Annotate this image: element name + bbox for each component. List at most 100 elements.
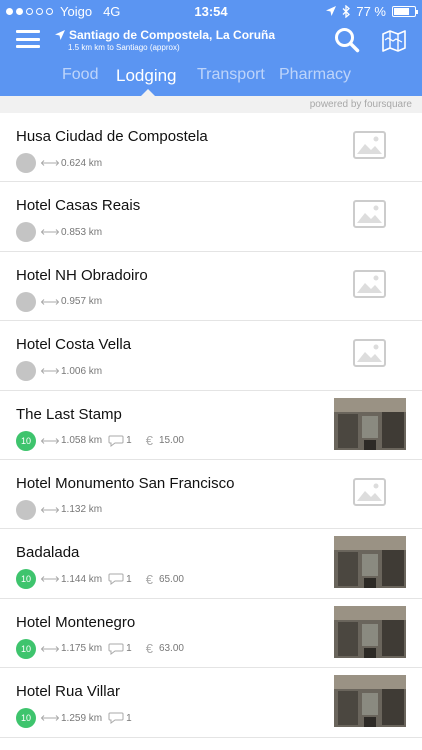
place-photo[interactable]: [334, 536, 406, 589]
place-name: Hotel Monumento San Francisco: [16, 474, 235, 492]
price: € 63.00: [146, 641, 184, 656]
distance: 1.175 km: [61, 643, 103, 655]
distance-icon: [41, 576, 59, 583]
place-meta: 10 1.175 km 1 € 63.00: [16, 638, 184, 659]
euro-icon: €: [145, 641, 153, 657]
attribution: powered by foursquare: [0, 96, 422, 113]
battery-percent: 77 %: [356, 4, 386, 19]
place-photo[interactable]: [334, 675, 406, 728]
comment-icon: [108, 573, 124, 586]
tab-food[interactable]: Food: [62, 66, 98, 84]
distance-icon: [41, 368, 59, 375]
distance: 1.058 km: [61, 435, 103, 447]
menu-button[interactable]: [16, 30, 40, 48]
distance-icon: [41, 715, 59, 721]
price: € 65.00: [146, 572, 184, 587]
bluetooth-icon: [342, 5, 351, 18]
list-item[interactable]: Hotel Casas Reais 0.853 km: [0, 182, 422, 252]
place-list: Husa Ciudad de Compostela 0.624 km Hotel…: [0, 113, 422, 738]
distance-icon: [41, 437, 59, 444]
rating-badge: [16, 361, 36, 382]
comment-icon: [108, 435, 124, 447]
list-item[interactable]: The Last Stamp 10 1.058 km 1 € 15.00: [0, 390, 422, 460]
list-item[interactable]: Husa Ciudad de Compostela 0.624 km: [0, 113, 422, 183]
image-placeholder-icon: [353, 269, 386, 298]
tips-count: 1: [126, 573, 132, 585]
list-item[interactable]: Hotel Monumento San Francisco 1.132 km: [0, 459, 422, 530]
distance-icon: [41, 160, 59, 166]
distance: 0.957 km: [61, 296, 103, 308]
list-item[interactable]: Hotel NH Obradoiro 0.957 km: [0, 251, 422, 322]
rating-badge: 10: [16, 430, 36, 451]
tips-count: 1: [126, 643, 132, 655]
place-name: Hotel Montenegro: [16, 613, 136, 631]
rating-badge: 10: [16, 708, 36, 729]
distance: 1.144 km: [61, 573, 103, 585]
rating-badge: [16, 222, 36, 243]
tips: 1: [108, 435, 132, 447]
distance-icon: [41, 298, 59, 305]
distance-icon: [41, 507, 59, 513]
price: € 15.00: [146, 433, 184, 448]
comment-icon: [108, 643, 124, 655]
distance: 0.624 km: [61, 157, 103, 169]
status-bar: Yoigo 4G 13:54 77 %: [0, 0, 422, 22]
distance: 1.006 km: [61, 365, 103, 377]
list-item[interactable]: Hotel Rua Villar 10 1.259 km 1: [0, 668, 422, 738]
image-placeholder-icon: [353, 477, 386, 506]
active-tab-indicator: [141, 89, 155, 96]
tips: 1: [108, 643, 132, 655]
tab-pharmacy[interactable]: Pharmacy: [279, 66, 351, 84]
image-placeholder-icon: [353, 200, 386, 229]
place-name: Badalada: [16, 544, 80, 562]
place-name: Hotel Casas Reais: [16, 197, 141, 215]
app-header: Yoigo 4G 13:54 77 % Santiago de Composte…: [0, 0, 422, 96]
tab-lodging[interactable]: Lodging: [116, 66, 177, 86]
image-placeholder-icon: [353, 339, 386, 368]
place-photo[interactable]: [334, 605, 406, 658]
rating-badge: [16, 153, 36, 173]
place-meta: 10 1.259 km 1: [16, 708, 132, 729]
list-item[interactable]: Hotel Costa Vella 1.006 km: [0, 321, 422, 391]
tips-count: 1: [126, 435, 132, 447]
place-meta: 0.853 km: [16, 222, 103, 243]
search-icon[interactable]: [334, 27, 360, 53]
distance: 1.259 km: [61, 712, 103, 724]
comment-icon: [108, 712, 124, 725]
image-placeholder-icon: [353, 131, 386, 159]
tab-transport[interactable]: Transport: [197, 66, 265, 84]
euro-icon: €: [145, 433, 153, 449]
place-meta: 0.957 km: [16, 291, 103, 312]
tips: 1: [108, 573, 132, 586]
map-icon[interactable]: [382, 30, 406, 52]
place-meta: 0.624 km: [16, 153, 102, 173]
list-item[interactable]: Hotel Montenegro 10 1.175 km 1 € 63.00: [0, 598, 422, 669]
category-tabs: Food Lodging Transport Pharmacy: [0, 66, 422, 90]
price-value: 15.00: [158, 435, 184, 447]
place-meta: 10 1.144 km 1 € 65.00: [16, 569, 184, 590]
distance-icon: [41, 645, 59, 652]
list-item[interactable]: Badalada 10 1.144 km 1 € 65.00: [0, 529, 422, 599]
location-arrow-icon: [55, 30, 65, 40]
rating-badge: 10: [16, 569, 36, 590]
location-name: Santiago de Compostela, La Coruña: [69, 28, 276, 42]
current-location[interactable]: Santiago de Compostela, La Coruña 1.5 km…: [55, 28, 275, 52]
place-name: Hotel Rua Villar: [16, 683, 120, 701]
price-value: 63.00: [158, 643, 184, 655]
place-name: Hotel NH Obradoiro: [16, 266, 148, 284]
place-photo[interactable]: [334, 397, 406, 450]
distance: 1.132 km: [61, 504, 103, 516]
battery-icon: [392, 6, 418, 17]
rating-badge: [16, 499, 36, 520]
rating-badge: [16, 291, 36, 312]
tips-count: 1: [126, 712, 132, 724]
place-meta: 1.132 km: [16, 499, 103, 520]
place-name: Husa Ciudad de Compostela: [16, 128, 208, 145]
status-right: 77 %: [326, 4, 418, 19]
price-value: 65.00: [158, 573, 184, 585]
distance: 0.853 km: [61, 226, 103, 238]
place-name: The Last Stamp: [16, 405, 122, 423]
location-arrow-icon: [326, 6, 337, 16]
place-meta: 1.006 km: [16, 361, 103, 382]
tips: 1: [108, 712, 132, 725]
